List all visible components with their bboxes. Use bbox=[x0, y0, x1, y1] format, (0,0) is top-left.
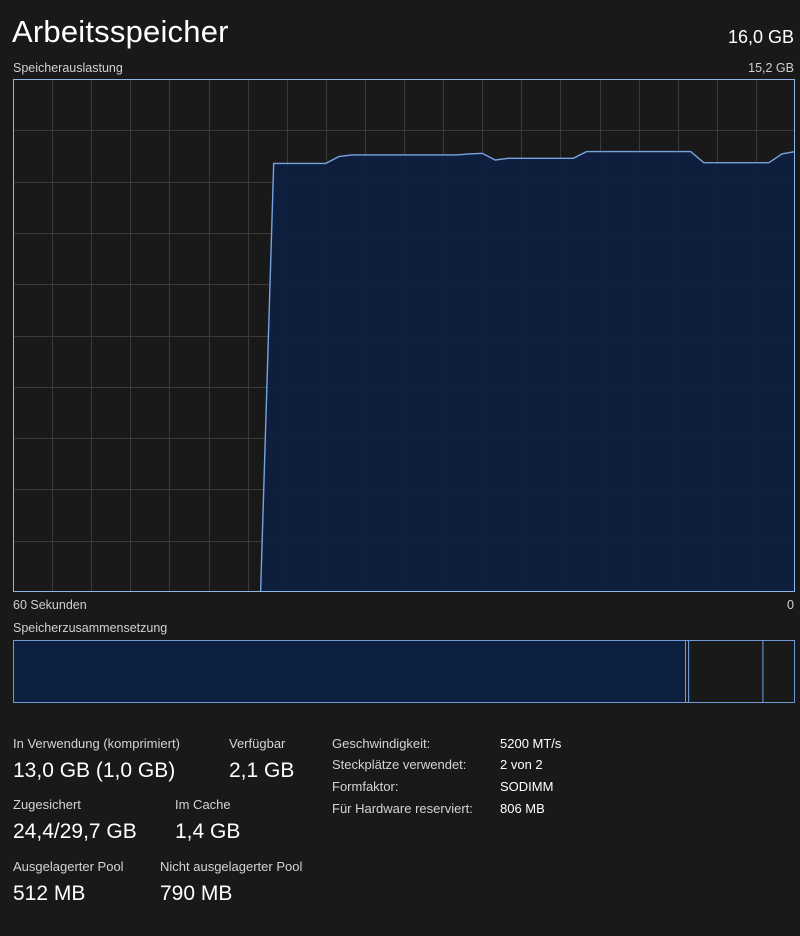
form-factor-value: SODIMM bbox=[500, 779, 554, 794]
speed-label: Geschwindigkeit: bbox=[332, 736, 431, 751]
reserved-label: Für Hardware reserviert: bbox=[332, 801, 473, 816]
composition-chart bbox=[13, 640, 795, 703]
committed-label: Zugesichert bbox=[13, 797, 81, 812]
available-label: Verfügbar bbox=[229, 736, 286, 751]
in-use-label: In Verwendung (komprimiert) bbox=[13, 736, 180, 751]
usage-area bbox=[260, 151, 795, 592]
axis-left-label: 60 Sekunden bbox=[13, 598, 87, 612]
reserved-value: 806 MB bbox=[500, 801, 545, 816]
cached-value: 1,4 GB bbox=[175, 820, 241, 843]
slots-value: 2 von 2 bbox=[500, 757, 543, 772]
usage-graph-label: Speicherauslastung bbox=[13, 61, 123, 75]
usage-graph-max: 15,2 GB bbox=[748, 61, 794, 75]
nonpaged-pool-value: 790 MB bbox=[160, 882, 233, 905]
in-use-value: 13,0 GB (1,0 GB) bbox=[13, 759, 176, 782]
composition-in-use bbox=[13, 640, 687, 703]
total-memory: 16,0 GB bbox=[727, 27, 794, 47]
axis-right-label: 0 bbox=[787, 598, 794, 612]
memory-usage-chart bbox=[13, 79, 795, 592]
speed-value: 5200 MT/s bbox=[500, 736, 562, 751]
composition-label: Speicherzusammensetzung bbox=[13, 621, 168, 635]
available-value: 2,1 GB bbox=[229, 759, 295, 782]
form-factor-label: Formfaktor: bbox=[332, 779, 399, 794]
slots-label: Steckplätze verwendet: bbox=[332, 757, 467, 772]
committed-value: 24,4/29,7 GB bbox=[13, 820, 137, 843]
page-title: Arbeitsspeicher bbox=[12, 14, 229, 49]
memory-composition-bar bbox=[13, 640, 795, 703]
cached-label: Im Cache bbox=[175, 797, 231, 812]
composition-standby bbox=[688, 640, 764, 703]
memory-usage-graph bbox=[13, 79, 795, 592]
paged-pool-label: Ausgelagerter Pool bbox=[13, 859, 124, 874]
paged-pool-value: 512 MB bbox=[13, 882, 86, 905]
composition-free bbox=[762, 640, 795, 703]
nonpaged-pool-label: Nicht ausgelagerter Pool bbox=[160, 859, 303, 874]
